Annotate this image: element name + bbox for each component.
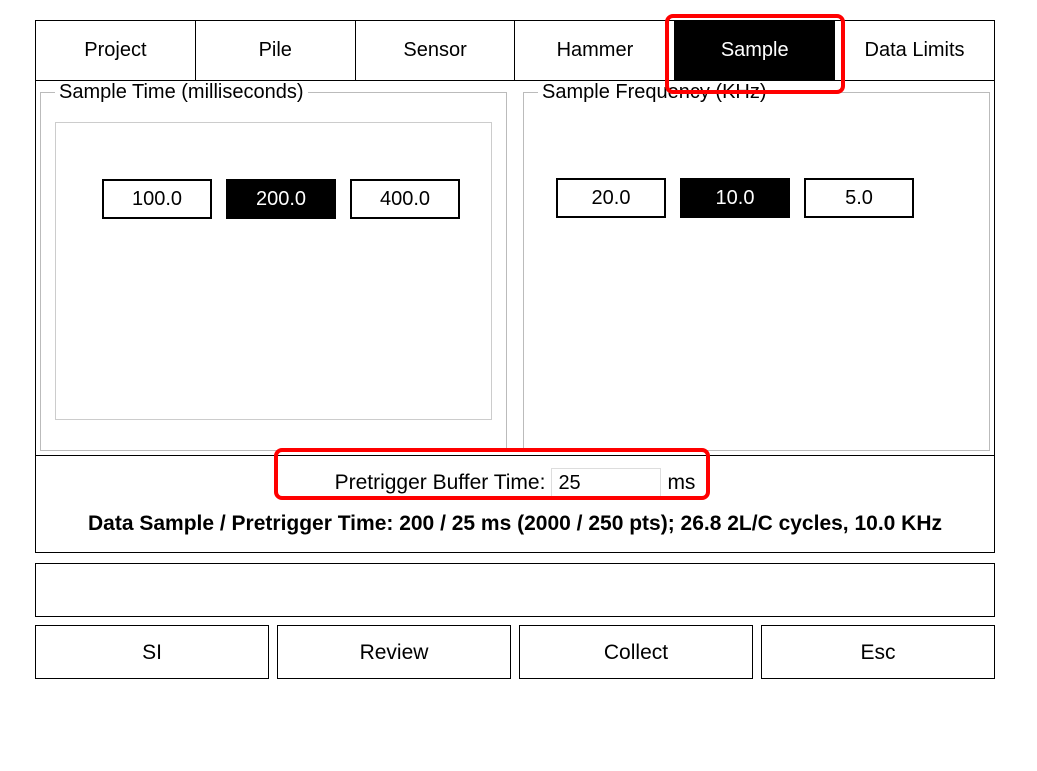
pretrigger-line: Pretrigger Buffer Time: ms [46,468,984,498]
pretrigger-unit: ms [667,471,695,495]
sample-freq-option-10[interactable]: 10.0 [680,178,790,218]
si-button[interactable]: SI [35,625,269,679]
blank-bar [35,563,995,617]
tab-sample[interactable]: Sample [675,21,835,80]
sample-time-inner: 100.0 200.0 400.0 [55,122,492,420]
sample-freq-options: 20.0 10.0 5.0 [556,178,975,218]
sample-freq-option-20[interactable]: 20.0 [556,178,666,218]
bottom-button-row: SI Review Collect Esc [35,625,995,679]
sample-time-option-100[interactable]: 100.0 [102,179,212,219]
tab-hammer[interactable]: Hammer [515,21,675,80]
sample-freq-group: Sample Frequency (KHz) 20.0 10.0 5.0 [523,81,990,451]
sample-time-options: 100.0 200.0 400.0 [102,179,471,219]
sample-time-group: Sample Time (milliseconds) 100.0 200.0 4… [40,81,507,451]
top-tabs: Project Pile Sensor Hammer Sample Data L… [35,20,995,81]
sample-time-legend: Sample Time (milliseconds) [55,81,308,104]
collect-button[interactable]: Collect [519,625,753,679]
esc-button[interactable]: Esc [761,625,995,679]
review-button[interactable]: Review [277,625,511,679]
content-area: Sample Time (milliseconds) 100.0 200.0 4… [35,81,995,456]
pretrigger-input[interactable] [551,468,661,498]
tab-sensor[interactable]: Sensor [356,21,516,80]
sample-freq-legend: Sample Frequency (KHz) [538,81,771,104]
tab-data-limits[interactable]: Data Limits [835,21,994,80]
mid-section: Pretrigger Buffer Time: ms Data Sample /… [35,456,995,553]
sample-time-option-400[interactable]: 400.0 [350,179,460,219]
tab-project[interactable]: Project [36,21,196,80]
tab-pile[interactable]: Pile [196,21,356,80]
sample-time-option-200[interactable]: 200.0 [226,179,336,219]
pretrigger-label: Pretrigger Buffer Time: [335,471,546,495]
sample-freq-option-5[interactable]: 5.0 [804,178,914,218]
status-line: Data Sample / Pretrigger Time: 200 / 25 … [46,512,984,536]
